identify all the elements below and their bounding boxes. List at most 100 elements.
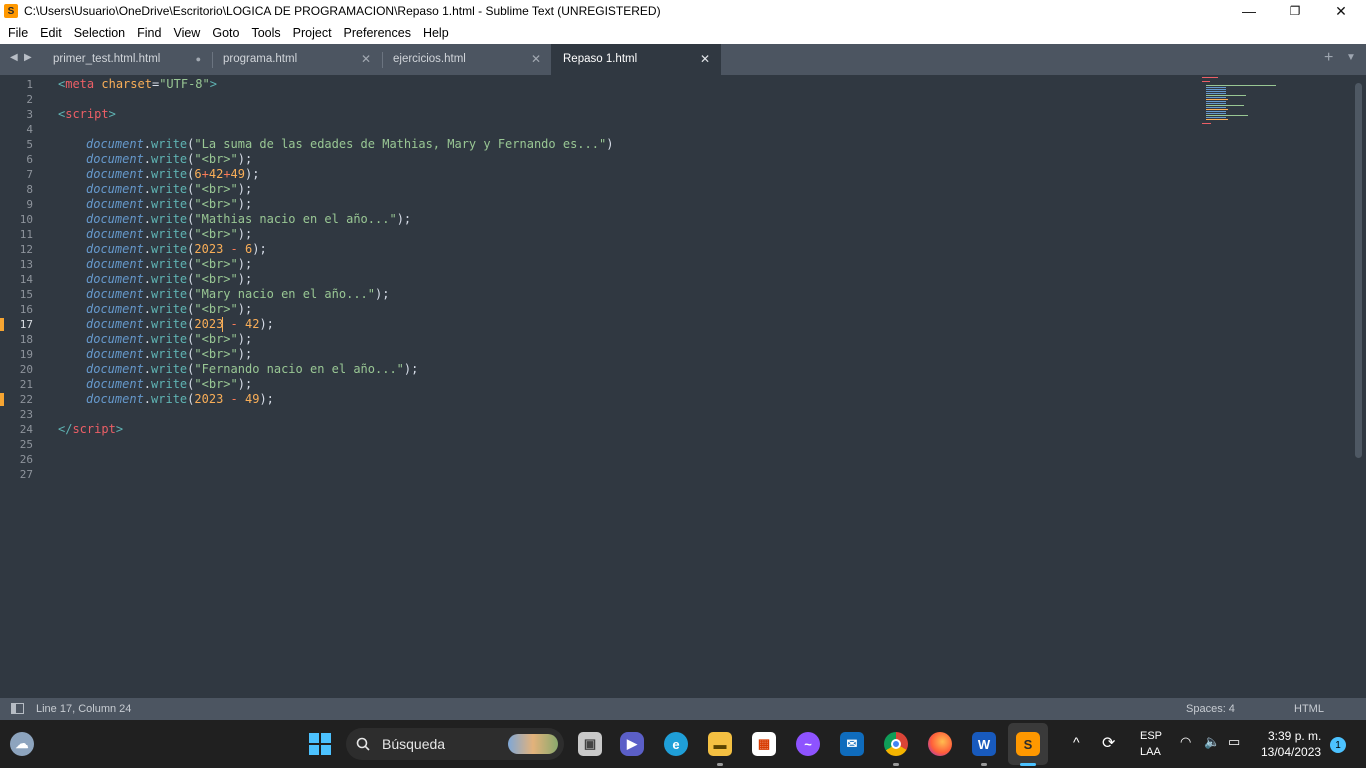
line-number: 13: [19, 258, 33, 271]
menu-help[interactable]: Help: [417, 22, 455, 44]
sublime-text-taskbar-icon[interactable]: S: [1016, 732, 1040, 756]
tab-ejercicios[interactable]: ejercicios.html ✕: [393, 44, 541, 75]
menu-selection[interactable]: Selection: [68, 22, 131, 44]
minimap[interactable]: [1200, 75, 1350, 135]
wifi-icon[interactable]: ◠: [1180, 734, 1191, 750]
maximize-button[interactable]: ❐: [1272, 0, 1318, 22]
messenger-icon[interactable]: ~: [796, 732, 820, 756]
clock-time[interactable]: 3:39 p. m.: [1268, 729, 1321, 743]
close-icon[interactable]: ✕: [531, 44, 541, 75]
tab-primer-test[interactable]: primer_test.html.html ●: [53, 44, 205, 75]
notification-badge[interactable]: 1: [1330, 737, 1346, 753]
weather-icon[interactable]: ☁: [10, 732, 34, 756]
sync-icon[interactable]: ⟳: [1102, 733, 1115, 753]
clock-date[interactable]: 13/04/2023: [1261, 745, 1321, 759]
code-line: document.write("<br>");: [86, 272, 253, 286]
firefox-icon[interactable]: [928, 732, 952, 756]
chrome-icon[interactable]: [884, 732, 908, 756]
taskbar-search[interactable]: Búsqueda: [346, 728, 564, 760]
language-top[interactable]: ESP: [1140, 730, 1162, 742]
line-gutter: 1 2 3 4 5 6 7 8 9 10 11 12 13 14 15 16 1…: [0, 75, 44, 698]
menu-project[interactable]: Project: [287, 22, 338, 44]
menu-find[interactable]: Find: [131, 22, 167, 44]
teams-chat-icon[interactable]: ▶: [620, 732, 644, 756]
close-button[interactable]: ✕: [1318, 0, 1364, 22]
edge-icon[interactable]: e: [664, 732, 688, 756]
text-caret: [222, 317, 223, 332]
code-line: <meta charset="UTF-8">: [58, 77, 217, 91]
cursor-position: Line 17, Column 24: [36, 703, 132, 715]
battery-icon[interactable]: ▭: [1228, 734, 1240, 750]
menu-view[interactable]: View: [167, 22, 206, 44]
running-indicator: [893, 763, 899, 766]
code-line: document.write("<br>");: [86, 182, 253, 196]
code-line: document.write(2023 - 49);: [86, 392, 274, 406]
code-editor[interactable]: 1 2 3 4 5 6 7 8 9 10 11 12 13 14 15 16 1…: [0, 75, 1366, 698]
tab-list-icon[interactable]: ▼: [1346, 52, 1356, 63]
code-line: document.write("<br>");: [86, 152, 253, 166]
tab-repaso-1[interactable]: Repaso 1.html ✕: [551, 44, 721, 75]
window-title: C:\Users\Usuario\OneDrive\Escritorio\LOG…: [24, 4, 661, 18]
menu-bar: File Edit Selection Find View Goto Tools…: [0, 22, 1366, 44]
menu-preferences[interactable]: Preferences: [338, 22, 417, 44]
indentation-setting[interactable]: Spaces: 4: [1186, 698, 1235, 720]
file-explorer-icon[interactable]: ▬: [708, 732, 732, 756]
line-number: 24: [19, 423, 33, 436]
search-label: Búsqueda: [382, 736, 446, 752]
code-line: document.write("<br>");: [86, 197, 253, 211]
line-number: 26: [19, 453, 33, 466]
line-number: 9: [26, 198, 33, 211]
line-number: 7: [26, 168, 33, 181]
tab-label: primer_test.html.html: [53, 53, 161, 65]
volume-icon[interactable]: 🔈: [1204, 734, 1220, 750]
menu-file[interactable]: File: [2, 22, 34, 44]
start-icon[interactable]: [308, 732, 332, 756]
code-line: document.write("Fernando nacio en el año…: [86, 362, 419, 376]
unsaved-dot-icon[interactable]: ●: [196, 44, 201, 75]
menu-goto[interactable]: Goto: [206, 22, 245, 44]
syntax-selector[interactable]: HTML: [1294, 698, 1324, 720]
code-line-active: document.write(2023 - 42);: [86, 317, 274, 331]
code-line: </script>: [58, 422, 124, 436]
minimize-button[interactable]: —: [1226, 0, 1272, 22]
line-number: 20: [19, 363, 33, 376]
menu-edit[interactable]: Edit: [34, 22, 68, 44]
language-bottom[interactable]: LAA: [1140, 746, 1161, 758]
tab-programa[interactable]: programa.html ✕: [223, 44, 371, 75]
code-line: document.write("<br>");: [86, 227, 253, 241]
active-indicator: [1020, 763, 1036, 766]
word-icon[interactable]: W: [972, 732, 996, 756]
code-line: document.write("Mary nacio en el año..."…: [86, 287, 390, 301]
title-bar: S C:\Users\Usuario\OneDrive\Escritorio\L…: [0, 0, 1366, 22]
chevron-up-icon[interactable]: ^: [1073, 734, 1080, 750]
tab-prev-icon[interactable]: ◀: [10, 52, 18, 63]
code-line: document.write(6+42+49);: [86, 167, 260, 181]
panel-toggle-icon[interactable]: [11, 703, 24, 714]
task-view-icon[interactable]: ▣: [578, 732, 602, 756]
line-number: 6: [26, 153, 33, 166]
line-number: 16: [19, 303, 33, 316]
code-line: document.write("<br>");: [86, 377, 253, 391]
status-bar: Line 17, Column 24 Spaces: 4 HTML: [0, 698, 1366, 720]
vertical-scrollbar[interactable]: [1352, 75, 1366, 698]
close-icon[interactable]: ✕: [361, 44, 371, 75]
code-line: document.write("<br>");: [86, 332, 253, 346]
tab-next-icon[interactable]: ▶: [24, 52, 32, 63]
microsoft-store-icon[interactable]: ▦: [752, 732, 776, 756]
line-number: 3: [26, 108, 33, 121]
line-number: 19: [19, 348, 33, 361]
mail-icon[interactable]: ✉: [840, 732, 864, 756]
scrollbar-thumb[interactable]: [1355, 83, 1362, 458]
line-number: 8: [26, 183, 33, 196]
code-line: document.write(2023 - 6);: [86, 242, 267, 256]
code-line: document.write("Mathias nacio en el año.…: [86, 212, 412, 226]
line-number: 15: [19, 288, 33, 301]
new-tab-icon[interactable]: +: [1324, 49, 1333, 67]
line-number: 23: [19, 408, 33, 421]
menu-tools[interactable]: Tools: [245, 22, 286, 44]
line-number: 5: [26, 138, 33, 151]
tab-label: Repaso 1.html: [563, 53, 638, 65]
close-icon[interactable]: ✕: [700, 44, 710, 75]
tab-label: ejercicios.html: [393, 53, 466, 65]
tab-divider: [382, 52, 383, 68]
